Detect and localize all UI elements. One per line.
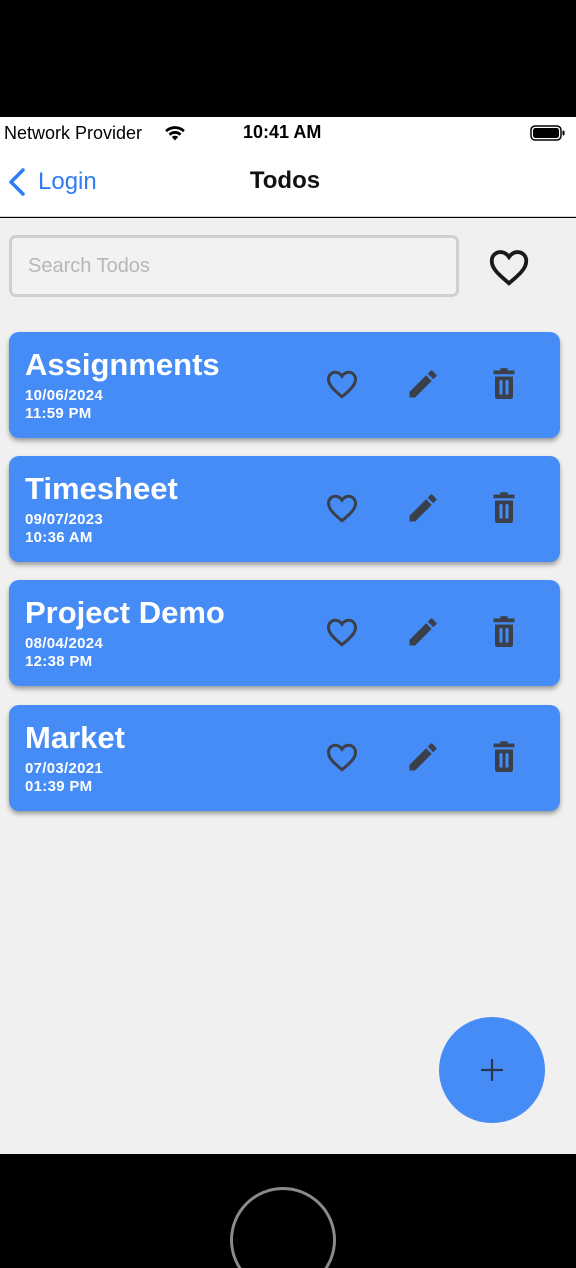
back-button-label: Login xyxy=(38,168,97,195)
todo-name: Project Demo xyxy=(25,595,225,630)
clock-label: 10:41 AM xyxy=(243,122,322,142)
edit-button[interactable] xyxy=(405,490,441,526)
todo-card[interactable]: Assignments 10/06/2024 11:59 PM xyxy=(9,332,560,438)
wifi-icon xyxy=(165,126,185,141)
todo-card[interactable]: Market 07/03/2021 01:39 PM xyxy=(9,705,560,811)
todo-name: Timesheet xyxy=(25,471,178,506)
todo-name: Market xyxy=(25,720,125,755)
todo-time: 01:39 PM xyxy=(25,778,93,795)
todo-date: 07/03/2021 xyxy=(25,760,104,777)
trash-icon xyxy=(493,368,515,399)
chevron-left-icon xyxy=(9,168,25,196)
plus-icon xyxy=(480,1058,504,1082)
delete-button[interactable] xyxy=(486,614,522,650)
delete-button[interactable] xyxy=(486,739,522,775)
favorite-button[interactable] xyxy=(324,366,360,402)
heart-outline-icon xyxy=(326,494,358,523)
delete-button[interactable] xyxy=(486,490,522,526)
top-bezel xyxy=(0,0,576,117)
todo-card[interactable]: Timesheet 09/07/2023 10:36 AM xyxy=(9,456,560,562)
pencil-icon xyxy=(409,743,437,771)
todos-screen: Assignments 10/06/2024 11:59 PM Timeshee… xyxy=(0,218,576,1154)
trash-icon xyxy=(493,741,515,772)
favorite-button[interactable] xyxy=(324,739,360,775)
pencil-icon xyxy=(409,494,437,522)
page-title-text: Todos xyxy=(249,167,321,194)
home-button[interactable] xyxy=(230,1187,336,1268)
bottom-bezel xyxy=(0,1154,576,1268)
heart-outline-icon xyxy=(489,250,529,286)
status-bar: Network Provider 10:41 AM xyxy=(0,117,576,149)
heart-outline-icon xyxy=(326,618,358,647)
edit-button[interactable] xyxy=(405,614,441,650)
edit-button[interactable] xyxy=(405,739,441,775)
trash-icon xyxy=(493,616,515,647)
back-button[interactable]: Login xyxy=(6,165,97,199)
todo-time: 11:59 PM xyxy=(25,405,92,422)
favorites-filter-button[interactable] xyxy=(486,244,532,290)
todo-date: 10/06/2024 xyxy=(25,387,104,404)
todo-time: 10:36 AM xyxy=(25,529,93,546)
todo-card[interactable]: Project Demo 08/04/2024 12:38 PM xyxy=(9,580,560,686)
heart-outline-icon xyxy=(326,370,358,399)
heart-outline-icon xyxy=(326,743,358,772)
battery-icon xyxy=(530,125,565,141)
trash-icon xyxy=(493,492,515,523)
todo-date: 08/04/2024 xyxy=(25,635,104,652)
carrier-label: Network Provider xyxy=(4,123,143,143)
favorite-button[interactable] xyxy=(324,490,360,526)
favorite-button[interactable] xyxy=(324,614,360,650)
add-todo-button[interactable] xyxy=(439,1017,545,1123)
todo-name: Assignments xyxy=(25,347,220,382)
todo-date: 09/07/2023 xyxy=(25,511,104,528)
navigation-bar: Todos Login xyxy=(0,149,576,217)
edit-button[interactable] xyxy=(405,366,441,402)
pencil-icon xyxy=(409,370,437,398)
todo-time: 12:38 PM xyxy=(25,653,93,670)
pencil-icon xyxy=(409,618,437,646)
delete-button[interactable] xyxy=(486,366,522,402)
search-input[interactable] xyxy=(9,235,459,297)
